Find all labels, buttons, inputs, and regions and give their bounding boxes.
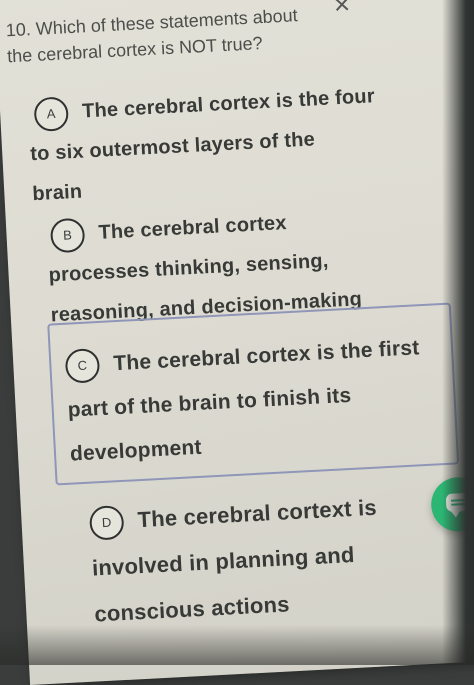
- option-letter-b: B: [49, 217, 86, 254]
- quiz-screen: 10. Which of these statements about the …: [0, 0, 474, 685]
- option-a-line-1: The cerebral cortex is the four: [81, 85, 376, 123]
- answer-option-c[interactable]: C The cerebral cortex is the first part o…: [64, 324, 470, 477]
- option-letter-d: D: [88, 505, 125, 541]
- close-icon[interactable]: ×: [328, 0, 355, 20]
- answer-option-a[interactable]: A The cerebral cortex is the four to six …: [27, 73, 433, 214]
- question-number: 10.: [5, 19, 32, 41]
- answer-option-d[interactable]: D The cerebral cortext is involved in pla…: [88, 479, 474, 638]
- background-edge: [442, 0, 474, 665]
- question-text: 10. Which of these statements about the …: [5, 0, 337, 69]
- option-d-line-1: The cerebral cortext is: [136, 494, 378, 533]
- option-c-line-1: The cerebral cortex is the first: [112, 336, 420, 376]
- option-b-line-1: The cerebral cortex: [97, 212, 288, 244]
- option-letter-c: C: [64, 348, 101, 385]
- option-letter-a: A: [33, 96, 70, 132]
